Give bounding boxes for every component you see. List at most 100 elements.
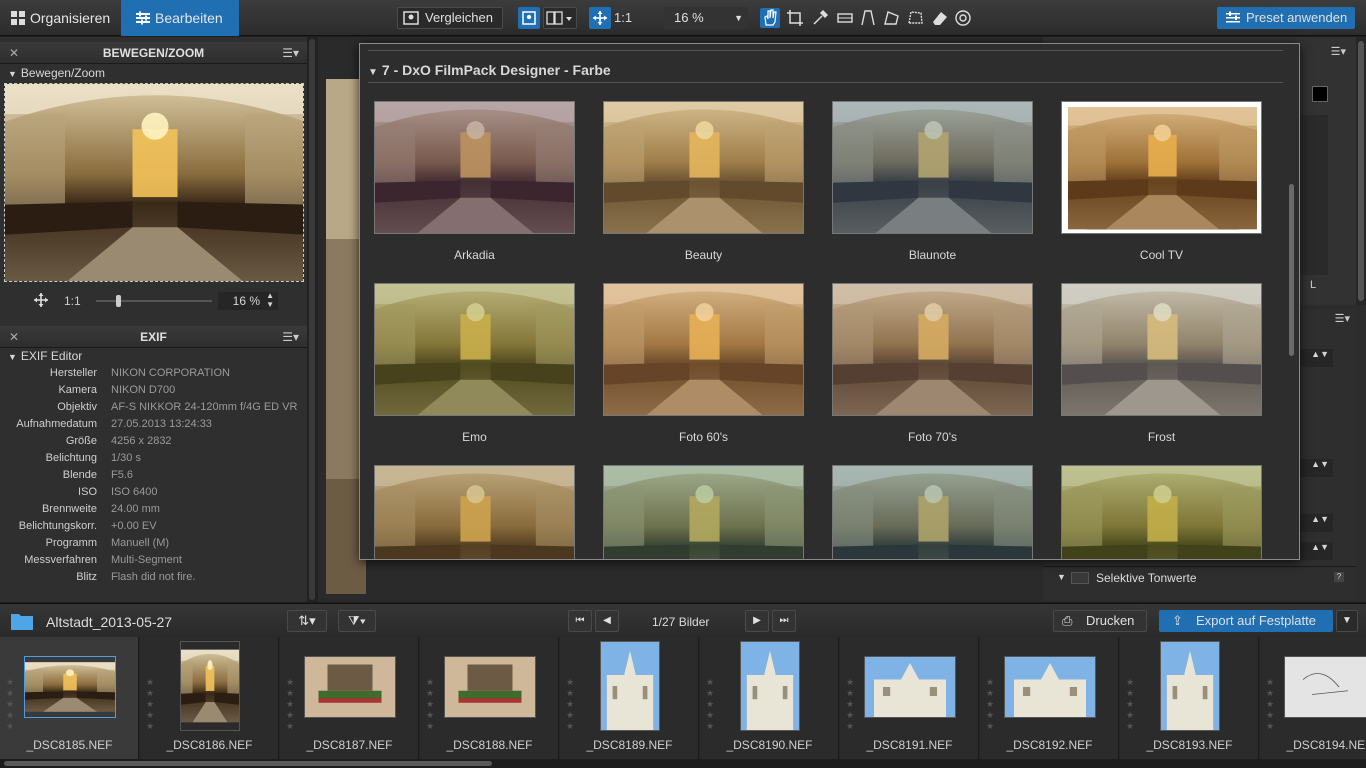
filmstrip-item[interactable]: ★ ★ ★ ★ ★ _DSC8187.NEF	[280, 637, 419, 759]
nav-zoom-input[interactable]: 16 % ▲ ▼	[218, 291, 278, 310]
exif-value[interactable]: NIKON D700	[111, 382, 175, 399]
split-view-button[interactable]	[543, 7, 577, 29]
rating-stars[interactable]: ★ ★ ★ ★ ★	[286, 677, 296, 732]
exif-value[interactable]: AF-S NIKKOR 24-120mm f/4G ED VR	[111, 399, 297, 416]
eyedropper-tool[interactable]	[810, 8, 830, 28]
preset-apply-button[interactable]: Preset anwenden	[1217, 7, 1355, 29]
filmstrip-scrollbar[interactable]	[0, 759, 1366, 768]
rating-stars[interactable]: ★ ★ ★ ★ ★	[566, 677, 576, 732]
rating-stars[interactable]: ★ ★ ★ ★ ★	[426, 677, 436, 732]
histogram-channel[interactable]: L	[1310, 279, 1316, 291]
preset-label[interactable]: Frost	[1061, 430, 1262, 444]
rating-stars[interactable]: ★ ★ ★ ★ ★	[1126, 677, 1136, 732]
preset-thumbnail[interactable]	[374, 283, 575, 416]
crop-tool[interactable]	[785, 8, 805, 28]
export-options-button[interactable]: ▼	[1336, 610, 1358, 632]
toggle-checkbox[interactable]	[1071, 572, 1089, 584]
filmstrip-item[interactable]: ★ ★ ★ ★ ★ _DSC8191.NEF	[840, 637, 979, 759]
filmstrip-thumbnail[interactable]	[864, 656, 956, 718]
preset-thumbnail[interactable]	[832, 465, 1033, 559]
preset-label[interactable]: Beauty	[603, 248, 804, 262]
preset-thumbnail[interactable]	[1061, 465, 1262, 559]
rating-stars[interactable]: ★ ★ ★ ★ ★	[1266, 677, 1276, 732]
preset-thumbnail[interactable]	[374, 101, 575, 234]
filmstrip-item[interactable]: ★ ★ ★ ★ ★ _DSC8188.NEF	[420, 637, 559, 759]
exif-value[interactable]: ISO 6400	[111, 484, 157, 501]
exif-value[interactable]: 27.05.2013 13:24:33	[111, 416, 212, 433]
panel-menu-icon[interactable]: ☰▾	[282, 42, 299, 64]
preset-label[interactable]: Foto 70's	[832, 430, 1033, 444]
selective-tones-header[interactable]: ▼ Selektive Tonwerte ?	[1043, 566, 1356, 588]
panel-splitter[interactable]	[307, 37, 318, 602]
help-icon[interactable]: ?	[1334, 572, 1344, 582]
preset-category-header[interactable]: ▼ 7 - DxO FilmPack Designer - Farbe	[368, 62, 611, 78]
first-image-button[interactable]: ⏮	[568, 610, 592, 632]
polygon-tool[interactable]	[882, 8, 902, 28]
exif-value[interactable]: NIKON CORPORATION	[111, 365, 230, 382]
stepper-icon[interactable]: ▲ ▼	[266, 291, 274, 309]
preset-thumbnail[interactable]	[1061, 101, 1262, 234]
filmstrip-item[interactable]: ★ ★ ★ ★ ★ _DSC8189.NEF	[560, 637, 699, 759]
preset-thumbnail[interactable]	[603, 465, 804, 559]
filmstrip-thumbnail[interactable]	[1004, 656, 1096, 718]
preset-label[interactable]: Emo	[374, 430, 575, 444]
color-swatch[interactable]	[1312, 86, 1328, 102]
exif-value[interactable]: Multi-Segment	[111, 552, 182, 569]
filmstrip-thumbnail[interactable]	[1160, 641, 1220, 731]
filmstrip-item[interactable]: ★ ★ ★ ★ ★ _DSC8190.NEF	[700, 637, 839, 759]
preset-thumbnail[interactable]	[832, 101, 1033, 234]
filmstrip-item[interactable]: ★ ★ ★ ★ ★ _DSC8192.NEF	[980, 637, 1119, 759]
zoom-1to1-button[interactable]: 1:1	[614, 10, 632, 25]
panel-menu-icon[interactable]: ☰▾	[1331, 45, 1346, 58]
prev-image-button[interactable]: ◀	[595, 610, 619, 632]
filmstrip-item[interactable]: ★ ★ ★ ★ ★ _DSC8186.NEF	[140, 637, 279, 759]
left-scrollbar[interactable]	[309, 39, 315, 600]
repair-tool[interactable]	[930, 8, 950, 28]
hand-tool[interactable]	[760, 8, 780, 28]
preset-thumbnail[interactable]	[603, 101, 804, 234]
preset-thumbnail[interactable]	[832, 283, 1033, 416]
preset-thumbnail[interactable]	[1061, 283, 1262, 416]
zoom-select[interactable]: 16 % ▼	[664, 7, 748, 29]
exif-value[interactable]: 1/30 s	[111, 450, 141, 467]
panel-menu-icon[interactable]: ☰▾	[1335, 312, 1350, 325]
local-adjust-tool[interactable]	[906, 8, 926, 28]
perspective-tool[interactable]	[858, 8, 878, 28]
move-zoom-subheader[interactable]: ▼ Bewegen/Zoom	[8, 66, 105, 80]
rating-stars[interactable]: ★ ★ ★ ★ ★	[846, 677, 856, 732]
last-image-button[interactable]: ⏭	[772, 610, 796, 632]
next-image-button[interactable]: ▶	[745, 610, 769, 632]
filmstrip-thumbnail[interactable]	[180, 641, 240, 731]
rating-stars[interactable]: ★ ★ ★ ★ ★	[6, 677, 16, 732]
single-view-button[interactable]	[518, 7, 540, 29]
preset-label[interactable]: Arkadia	[374, 248, 575, 262]
nav-1to1-button[interactable]: 1:1	[64, 294, 81, 308]
right-scrollbar-track[interactable]	[1356, 37, 1366, 305]
preset-thumbnail[interactable]	[603, 283, 804, 416]
exif-value[interactable]: +0.00 EV	[111, 518, 157, 535]
preset-label[interactable]: Cool TV	[1061, 248, 1262, 262]
exif-value[interactable]: 24.00 mm	[111, 501, 160, 518]
tab-organise[interactable]: Organisieren	[0, 0, 121, 36]
export-button[interactable]: ⇪ Export auf Festplatte	[1159, 610, 1333, 632]
rating-stars[interactable]: ★ ★ ★ ★ ★	[706, 677, 716, 732]
filmstrip-thumbnail[interactable]	[1284, 656, 1366, 718]
close-icon[interactable]: ✕	[9, 42, 19, 64]
zoom-slider[interactable]	[96, 295, 212, 307]
filmstrip-thumbnail[interactable]	[444, 656, 536, 718]
rating-stars[interactable]: ★ ★ ★ ★ ★	[146, 677, 156, 732]
move-tool-button[interactable]	[589, 7, 611, 29]
preset-label[interactable]: Foto 60's	[603, 430, 804, 444]
filmstrip-item[interactable]: ★ ★ ★ ★ ★ _DSC8193.NEF	[1120, 637, 1259, 759]
filmstrip-thumbnail[interactable]	[740, 641, 800, 731]
preset-thumbnail[interactable]	[374, 465, 575, 559]
exif-value[interactable]: Flash did not fire.	[111, 569, 195, 586]
filmstrip-scrollbar-thumb[interactable]	[4, 761, 492, 766]
filmstrip-thumbnail[interactable]	[304, 656, 396, 718]
tab-edit[interactable]: Bearbeiten	[121, 0, 239, 36]
redeye-tool[interactable]	[953, 8, 973, 28]
horizon-tool[interactable]	[835, 8, 855, 28]
filmstrip-thumbnail[interactable]	[24, 656, 116, 718]
filmstrip-item[interactable]: ★ ★ ★ ★ ★ _DSC8194.NEF	[1260, 637, 1366, 759]
close-icon[interactable]: ✕	[9, 326, 19, 348]
